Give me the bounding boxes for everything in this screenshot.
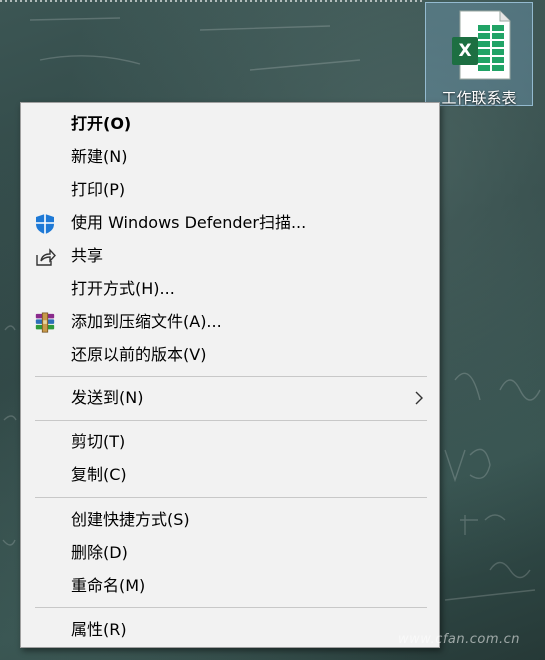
excel-badge-letter: X xyxy=(458,41,472,61)
menu-separator xyxy=(35,376,427,377)
menu-item-delete[interactable]: 删除(D) xyxy=(21,538,439,568)
menu-item-label: 共享 xyxy=(71,246,104,265)
menu-separator xyxy=(35,607,427,608)
excel-file-icon xyxy=(452,10,511,80)
menu-item-add-to-archive[interactable]: 添加到压缩文件(A)... xyxy=(21,307,439,337)
menu-item-send-to[interactable]: 发送到(N) xyxy=(21,383,439,413)
menu-item-label: 打开方式(H)... xyxy=(71,279,175,298)
menu-item-label: 新建(N) xyxy=(71,147,128,166)
menu-item-label: 打开(O) xyxy=(71,114,132,133)
menu-item-label: 打印(P) xyxy=(71,180,126,199)
chevron-right-icon xyxy=(415,391,423,405)
context-menu: 打开(O) 新建(N) 打印(P) 使用 Windows Defender扫描.… xyxy=(20,102,440,648)
menu-item-label: 创建快捷方式(S) xyxy=(71,510,190,529)
menu-item-label: 复制(C) xyxy=(71,465,127,484)
menu-item-label: 添加到压缩文件(A)... xyxy=(71,312,222,331)
menu-item-copy[interactable]: 复制(C) xyxy=(21,460,439,490)
menu-item-label: 发送到(N) xyxy=(71,388,144,407)
menu-item-properties[interactable]: 属性(R) xyxy=(21,615,439,645)
menu-item-label: 还原以前的版本(V) xyxy=(71,345,207,364)
menu-item-open-with[interactable]: 打开方式(H)... xyxy=(21,274,439,304)
windows-defender-shield-icon xyxy=(34,213,56,235)
file-name-label: 工作联系表 xyxy=(441,89,517,107)
menu-separator xyxy=(35,497,427,498)
desktop-file-icon[interactable]: X 工作联系表 xyxy=(425,2,533,107)
site-watermark: www.cfan.com.cn xyxy=(398,632,521,647)
menu-item-share[interactable]: 共享 xyxy=(21,241,439,271)
menu-item-create-shortcut[interactable]: 创建快捷方式(S) xyxy=(21,505,439,535)
menu-item-new[interactable]: 新建(N) xyxy=(21,142,439,172)
menu-item-cut[interactable]: 剪切(T) xyxy=(21,427,439,457)
menu-item-label: 使用 Windows Defender扫描... xyxy=(71,213,307,232)
menu-item-label: 重命名(M) xyxy=(71,576,146,595)
winrar-icon xyxy=(34,312,56,334)
menu-item-label: 剪切(T) xyxy=(71,432,126,451)
menu-separator xyxy=(35,420,427,421)
menu-item-label: 删除(D) xyxy=(71,543,128,562)
share-icon xyxy=(34,246,56,268)
menu-item-defender-scan[interactable]: 使用 Windows Defender扫描... xyxy=(21,208,439,238)
menu-item-print[interactable]: 打印(P) xyxy=(21,175,439,205)
menu-item-rename[interactable]: 重命名(M) xyxy=(21,571,439,601)
menu-item-restore-previous-versions[interactable]: 还原以前的版本(V) xyxy=(21,340,439,370)
menu-item-label: 属性(R) xyxy=(71,620,127,639)
menu-item-open[interactable]: 打开(O) xyxy=(21,109,439,139)
